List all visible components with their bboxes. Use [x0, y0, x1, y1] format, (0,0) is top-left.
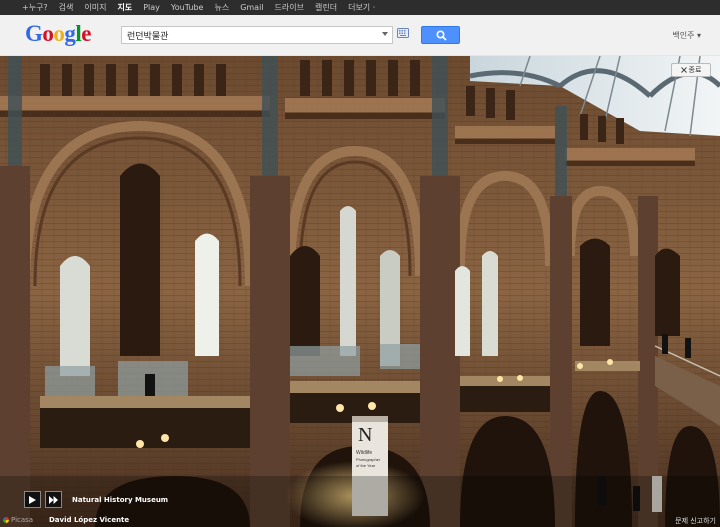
- topbar-item[interactable]: 더보기 ·: [348, 2, 375, 13]
- logo-letter: o: [42, 21, 54, 46]
- user-account-menu[interactable]: 백인주 ▾: [672, 30, 701, 41]
- museum-hall-photo: N Wildlife Photographer of the Year: [0, 56, 720, 527]
- google-logo[interactable]: Google: [25, 21, 91, 47]
- keyboard-icon[interactable]: [397, 28, 409, 40]
- topbar-item[interactable]: 지도: [118, 2, 133, 13]
- slideshow-controls: [24, 491, 62, 508]
- search-button[interactable]: [421, 26, 460, 44]
- google-top-bar: +누구? 검색 이미지 지도 Play YouTube 뉴스 Gmail 드라이브 캘린더 더보기 …: [0, 0, 720, 15]
- logo-letter: o: [53, 21, 65, 46]
- close-icon: [680, 67, 687, 73]
- photo-viewer[interactable]: N Wildlife Photographer of the Year 종료: [0, 56, 720, 527]
- logo-letter: G: [25, 21, 43, 46]
- logo-letter: g: [64, 21, 76, 46]
- picasa-attribution[interactable]: Picasa: [3, 516, 33, 524]
- svg-text:Photographer: Photographer: [356, 457, 381, 462]
- report-problem-link[interactable]: 문제 신고하기: [675, 516, 716, 526]
- search-box: [121, 26, 393, 44]
- topbar-item[interactable]: 이미지: [84, 2, 106, 13]
- close-label: 종료: [688, 66, 702, 74]
- topbar-item[interactable]: 뉴스: [214, 2, 229, 13]
- svg-text:Wildlife: Wildlife: [356, 450, 372, 456]
- banner-letter: N: [358, 424, 372, 446]
- logo-letter: e: [81, 21, 91, 46]
- photo-caption-title[interactable]: Natural History Museum: [72, 496, 168, 504]
- topbar-item[interactable]: 캘린더: [315, 2, 337, 13]
- play-icon: [29, 495, 36, 504]
- search-input[interactable]: [127, 27, 372, 43]
- svg-text:of the Year: of the Year: [356, 463, 376, 468]
- topbar-item[interactable]: +누구?: [22, 2, 48, 13]
- topbar-item[interactable]: 드라이브: [275, 2, 304, 13]
- picasa-logo-icon: [3, 517, 9, 523]
- search-dropdown-caret[interactable]: [382, 32, 388, 36]
- maps-header: Google 백인주 ▾: [0, 15, 720, 56]
- topbar-item[interactable]: Gmail: [240, 3, 263, 12]
- play-button[interactable]: [24, 491, 41, 508]
- next-icon: [49, 495, 58, 504]
- topbar-item[interactable]: 검색: [59, 2, 74, 13]
- magnifier-icon: [436, 30, 447, 41]
- topbar-item[interactable]: Play: [143, 3, 160, 12]
- photo-author[interactable]: David López Vicente: [49, 516, 129, 524]
- picasa-label: Picasa: [11, 516, 34, 524]
- next-photo-button[interactable]: [45, 491, 62, 508]
- close-photo-button[interactable]: 종료: [671, 63, 711, 77]
- topbar-item[interactable]: YouTube: [171, 3, 204, 12]
